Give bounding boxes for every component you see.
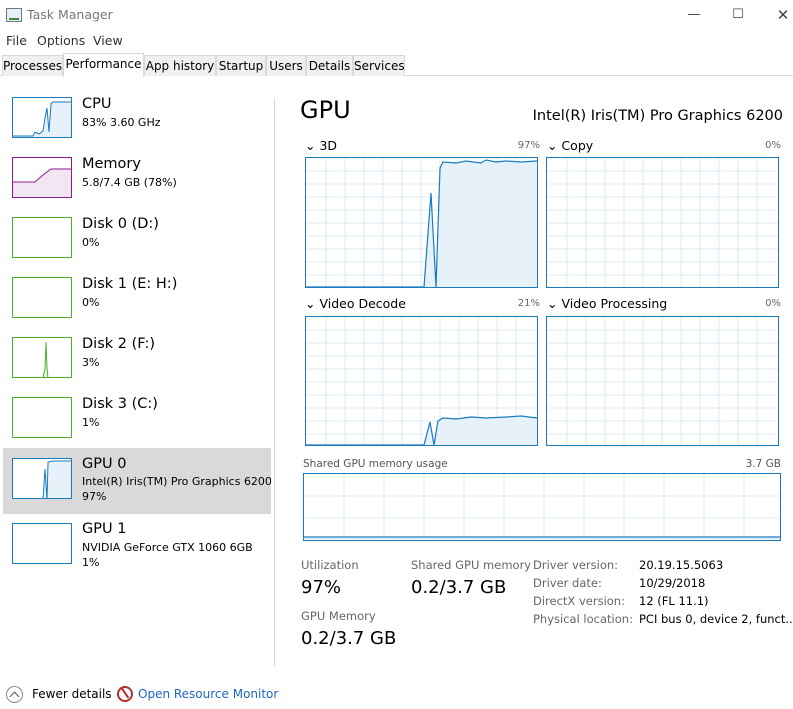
sidebar-item-label: Disk 1 (E: H:) [82,276,178,292]
engine-percent: 97% [517,140,540,151]
sidebar-item-label: Disk 3 (C:) [82,396,158,412]
menu-file[interactable]: File [6,33,27,48]
memory-thumbnail-graph [12,157,72,198]
sidebar-item-model: NVIDIA GeForce GTX 1060 6GB [82,541,253,554]
sidebar-item-disk-2[interactable]: Disk 2 (F:) 3% [3,330,271,390]
sidebar-item-model: Intel(R) Iris(TM) Pro Graphics 6200 [82,475,272,488]
gpu-memory-value: 0.2/3.7 GB [301,628,397,649]
sidebar-item-value: 0% [82,296,100,309]
engine-percent: 0% [765,140,781,151]
sidebar-item-label: CPU [82,96,112,112]
graph-video-processing [546,316,779,446]
directx-version-value: 12 (FL 11.1) [639,594,709,608]
shared-gpu-memory-label: Shared GPU memory [411,558,532,572]
physical-location-value: PCI bus 0, device 2, funct... [639,612,793,626]
graph-shared-memory [303,473,781,541]
sidebar-item-cpu[interactable]: CPU 83% 3.60 GHz [3,90,271,150]
tab-performance[interactable]: Performance [63,53,144,77]
maximize-button[interactable]: ☐ [728,5,748,25]
sidebar-item-value: 83% 3.60 GHz [82,116,161,129]
engine-label: Video Decode [319,296,406,311]
sidebar-item-value: 3% [82,356,100,369]
disk-2-thumbnail-graph [12,337,72,378]
sidebar-item-disk-1[interactable]: Disk 1 (E: H:) 0% [3,270,271,330]
sidebar-item-label: Disk 0 (D:) [82,216,159,232]
resource-monitor-icon [117,686,133,702]
chevron-up-icon[interactable] [6,686,23,703]
driver-version-label: Driver version: [533,558,619,572]
driver-version-value: 20.19.15.5063 [639,558,724,572]
directx-version-label: DirectX version: [533,594,625,608]
close-button[interactable]: ✕ [773,5,793,25]
page-title: GPU [300,96,351,124]
gpu-1-thumbnail-graph [12,523,72,564]
engine-percent: 21% [517,298,540,309]
sidebar-item-value: 1% [82,556,100,569]
title-bar: Task Manager — ☐ ✕ [0,0,793,30]
minimize-button[interactable]: — [684,5,704,25]
tab-app-history[interactable]: App history [144,55,216,76]
engine-selector-copy[interactable]: ⌄ Copy [547,138,593,153]
sidebar-item-label: Disk 2 (F:) [82,336,156,352]
cpu-thumbnail-graph [12,97,72,138]
footer-bar: Fewer details Open Resource Monitor [0,684,793,708]
graph-3d [305,157,538,288]
engine-label: Copy [561,138,594,153]
sidebar-item-value: 5.8/7.4 GB (78%) [82,176,177,189]
sidebar-item-disk-3[interactable]: Disk 3 (C:) 1% [3,390,271,450]
driver-date-label: Driver date: [533,576,602,590]
gpu-0-thumbnail-graph [12,458,72,499]
disk-3-thumbnail-graph [12,397,72,438]
engine-selector-video-processing[interactable]: ⌄ Video Processing [547,296,667,311]
sidebar-item-disk-0[interactable]: Disk 0 (D:) 0% [3,210,271,270]
tab-bar: Processes Performance App history Startu… [0,53,793,77]
sidebar-item-value: 97% [82,490,107,503]
shared-memory-label: Shared GPU memory usage [303,458,448,470]
disk-1-thumbnail-graph [12,277,72,318]
tab-services[interactable]: Services [353,55,405,76]
shared-memory-max: 3.7 GB [745,458,781,470]
tab-startup[interactable]: Startup [216,55,266,76]
utilization-value: 97% [301,577,342,598]
task-manager-icon [6,8,22,22]
engine-percent: 0% [765,298,781,309]
driver-date-value: 10/29/2018 [639,576,706,590]
sidebar-item-memory[interactable]: Memory 5.8/7.4 GB (78%) [3,150,271,210]
gpu-model-name: Intel(R) Iris(TM) Pro Graphics 6200 [532,108,783,124]
utilization-label: Utilization [301,558,359,572]
disk-0-thumbnail-graph [12,217,72,258]
fewer-details-button[interactable]: Fewer details [32,687,112,701]
tab-users[interactable]: Users [266,55,306,76]
tab-processes[interactable]: Processes [2,55,63,76]
sidebar-item-label: GPU 0 [82,456,127,472]
open-resource-monitor-link[interactable]: Open Resource Monitor [138,687,278,701]
pane-divider[interactable] [274,98,275,666]
engine-label: Video Processing [561,296,668,311]
gpu-memory-label: GPU Memory [301,609,376,623]
sidebar-item-gpu-1[interactable]: GPU 1 NVIDIA GeForce GTX 1060 6GB 1% [3,516,271,576]
tab-details[interactable]: Details [306,55,353,76]
engine-selector-3d[interactable]: ⌄ 3D [305,138,337,153]
menu-options[interactable]: Options [37,33,85,48]
sidebar-item-label: GPU 1 [82,521,127,537]
shared-gpu-memory-value: 0.2/3.7 GB [411,577,507,598]
sidebar-item-value: 1% [82,416,100,429]
physical-location-label: Physical location: [533,612,633,626]
graph-video-decode [305,316,538,446]
engine-selector-video-decode[interactable]: ⌄ Video Decode [305,296,406,311]
graph-copy [546,157,779,288]
menu-view[interactable]: View [93,33,123,48]
sidebar-item-label: Memory [82,156,141,172]
sidebar-item-gpu-0[interactable]: GPU 0 Intel(R) Iris(TM) Pro Graphics 620… [3,448,272,514]
engine-label: 3D [319,138,338,153]
sidebar-item-value: 0% [82,236,100,249]
window-title: Task Manager [27,7,113,22]
